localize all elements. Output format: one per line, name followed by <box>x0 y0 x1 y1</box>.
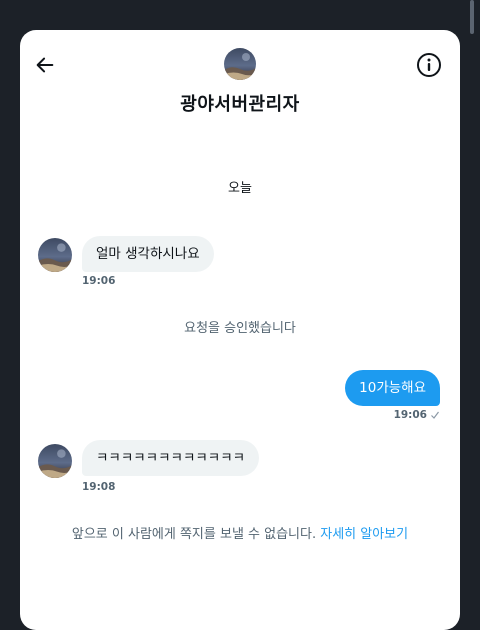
message-bubble-outgoing[interactable]: 10가능해요 <box>345 370 440 406</box>
back-button[interactable] <box>32 52 58 78</box>
system-message: 요청을 승인했습니다 <box>184 321 296 336</box>
header-avatar[interactable] <box>224 48 256 80</box>
blocked-notice-text: 앞으로 이 사람에게 쪽지를 보낼 수 없습니다. <box>71 527 317 542</box>
blocked-notice: 앞으로 이 사람에게 쪽지를 보낼 수 없습니다. 자세히 알아보기 <box>20 523 460 542</box>
message-status: 19:06 <box>394 409 440 421</box>
window-scrollbar[interactable] <box>470 0 474 34</box>
learn-more-link[interactable]: 자세히 알아보기 <box>320 527 408 542</box>
message-timestamp: 19:06 <box>82 275 116 287</box>
message-timestamp: 19:06 <box>393 409 427 421</box>
sender-avatar[interactable] <box>38 238 72 272</box>
check-icon <box>431 411 439 419</box>
dm-conversation-panel: 광야서버관리자 오늘 얼마 생각하시나요 19:06 요청을 승인했습니다 10… <box>20 30 460 630</box>
conversation-title[interactable]: 광야서버관리자 <box>20 90 460 116</box>
message-bubble-incoming[interactable]: 얼마 생각하시나요 <box>82 236 214 272</box>
message-timestamp: 19:08 <box>82 481 116 493</box>
arrow-left-icon <box>36 57 54 73</box>
info-circle-icon <box>417 53 441 77</box>
conversation-info-button[interactable] <box>416 52 442 78</box>
sender-avatar[interactable] <box>38 444 72 478</box>
date-divider: 오늘 <box>228 181 252 196</box>
message-bubble-incoming[interactable]: ㅋㅋㅋㅋㅋㅋㅋㅋㅋㅋㅋㅋ <box>82 440 260 476</box>
